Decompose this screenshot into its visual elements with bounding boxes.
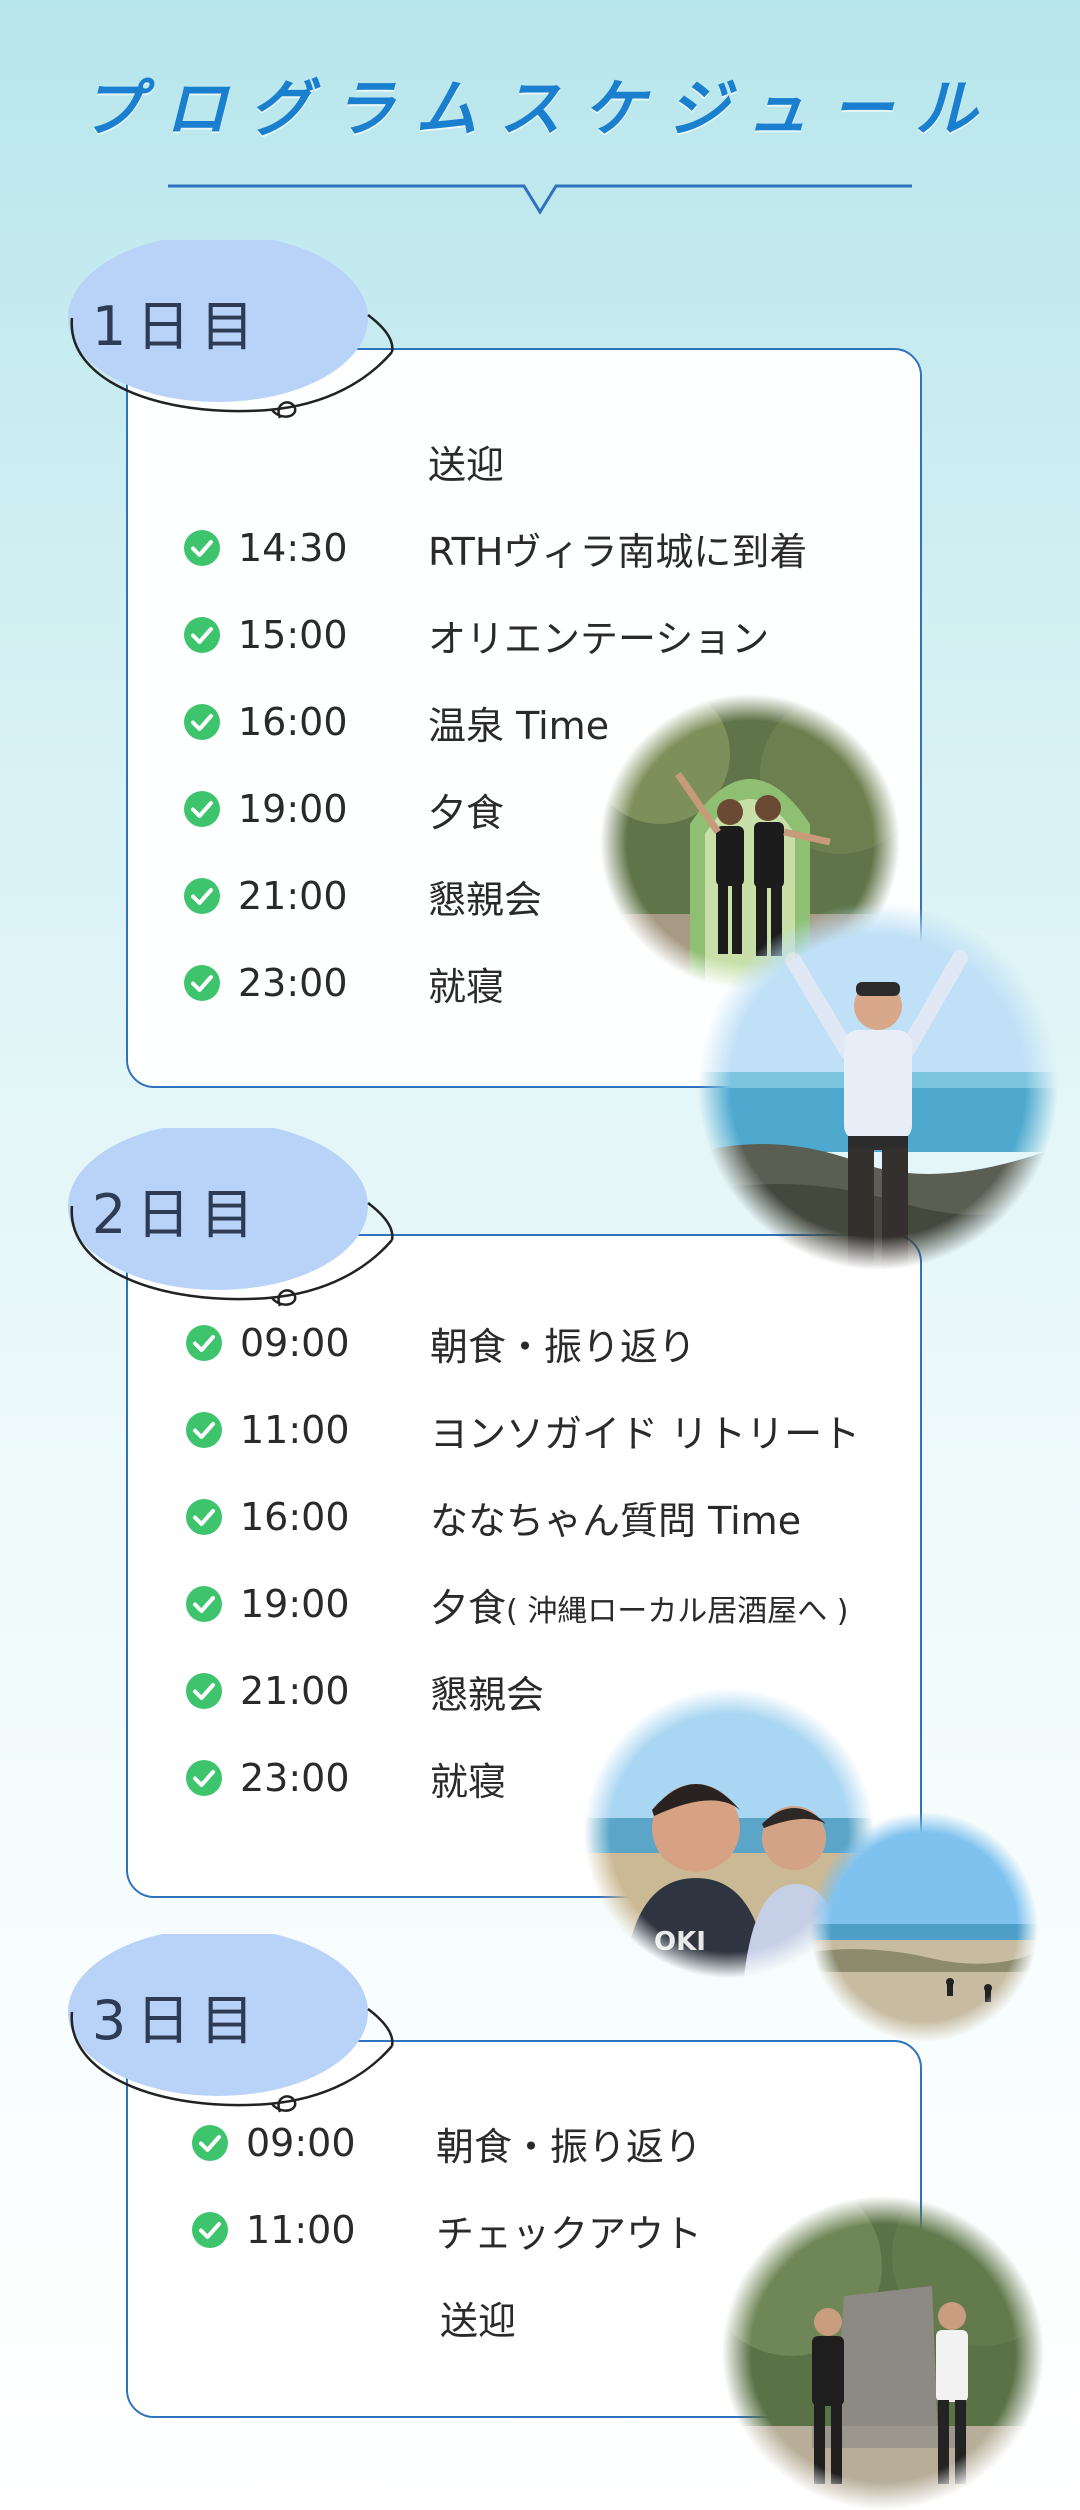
schedule-item: 19:00 夕食( 沖縄ローカル居酒屋へ ) — [186, 1569, 849, 1639]
page-title: プログラムスケジュール — [81, 72, 999, 145]
svg-text:OKI: OKI — [654, 1927, 706, 1957]
schedule-item: 15:00 オリエンテーション — [184, 600, 769, 670]
schedule-item: 11:00 ヨンソガイド リトリート — [186, 1395, 860, 1465]
schedule-activity: 夕食 — [428, 790, 505, 835]
schedule-activity: オリエンテーション — [428, 616, 770, 661]
schedule-activity: RTHヴィラ南城に到着 — [428, 529, 808, 574]
schedule-time: 23:00 — [240, 1756, 350, 1800]
schedule-activity: 送迎 — [428, 442, 505, 487]
schedule-item: 14:30 RTHヴィラ南城に到着 — [184, 513, 807, 583]
schedule-activity: ヨンソガイド リトリート — [430, 1411, 861, 1456]
schedule-time: 23:00 — [238, 961, 348, 1005]
check-circle-icon — [186, 1325, 222, 1361]
schedule-time: 11:00 — [246, 2208, 356, 2252]
schedule-time: 16:00 — [240, 1495, 350, 1539]
schedule-item: 19:00 夕食 — [184, 774, 504, 844]
schedule-item: 09:00 朝食・振り返り — [186, 1308, 696, 1378]
schedule-time: 15:00 — [238, 613, 348, 657]
check-circle-icon — [186, 1586, 222, 1622]
schedule-item: 送迎 — [428, 426, 504, 496]
schedule-item: 16:00 温泉 Time — [184, 687, 609, 757]
schedule-note: ( 沖縄ローカル居酒屋へ ) — [506, 1593, 849, 1629]
check-circle-icon — [192, 2212, 228, 2248]
schedule-activity: 朝食・振り返り — [436, 2124, 703, 2169]
schedule-item: 16:00 ななちゃん質問 Time — [186, 1482, 801, 1552]
schedule-activity: 懇親会 — [428, 877, 543, 922]
schedule-activity: 温泉 Time — [428, 703, 610, 748]
schedule-item: 21:00 懇親会 — [186, 1656, 544, 1726]
check-circle-icon — [184, 791, 220, 827]
check-circle-icon — [184, 878, 220, 914]
check-circle-icon — [186, 1412, 222, 1448]
check-circle-icon — [192, 2125, 228, 2161]
check-circle-icon — [184, 617, 220, 653]
schedule-time: 21:00 — [238, 874, 348, 918]
schedule-item: 21:00 懇親会 — [184, 861, 542, 931]
schedule-activity: チェックアウト — [436, 2211, 703, 2256]
day-3-label: 3日目 — [91, 1989, 265, 2052]
day-1-badge: 1日目 — [68, 240, 394, 419]
schedule-activity: 朝食・振り返り — [430, 1324, 697, 1369]
check-circle-icon — [184, 530, 220, 566]
schedule-activity: ななちゃん質問 Time — [430, 1498, 802, 1543]
day-2-label: 2日目 — [91, 1183, 265, 1246]
photo-two-men-stone-monument — [722, 2196, 1044, 2510]
day-1-label: 1日目 — [91, 295, 265, 358]
schedule-activity: 夕食( 沖縄ローカル居酒屋へ ) — [430, 1577, 849, 1632]
schedule-time: 09:00 — [246, 2121, 356, 2165]
check-circle-icon — [186, 1499, 222, 1535]
photo-beach-shore — [810, 1812, 1038, 2042]
check-circle-icon — [186, 1760, 222, 1796]
schedule-item: 11:00 チェックアウト — [192, 2195, 702, 2265]
schedule-time: 11:00 — [240, 1408, 350, 1452]
day-3-badge: 3日目 — [68, 1934, 394, 2113]
check-circle-icon — [184, 965, 220, 1001]
schedule-time: 16:00 — [238, 700, 348, 744]
schedule-item: 23:00 就寝 — [184, 948, 504, 1018]
schedule-activity: 就寝 — [430, 1759, 507, 1804]
schedule-activity-text: 夕食 — [430, 1585, 507, 1630]
schedule-time: 21:00 — [240, 1669, 350, 1713]
schedule-item: 23:00 就寝 — [186, 1743, 506, 1813]
day-2-badge: 2日目 — [68, 1128, 394, 1307]
check-circle-icon — [186, 1673, 222, 1709]
schedule-activity: 送迎 — [440, 2298, 517, 2343]
title-divider — [168, 184, 912, 215]
check-circle-icon — [184, 704, 220, 740]
schedule-activity: 懇親会 — [430, 1672, 545, 1717]
schedule-activity: 就寝 — [428, 964, 505, 1009]
schedule-time: 19:00 — [240, 1582, 350, 1626]
schedule-time: 19:00 — [238, 787, 348, 831]
photo-man-arms-raised-sea — [698, 902, 1058, 1270]
schedule-time: 14:30 — [238, 526, 348, 570]
schedule-item: 送迎 — [440, 2282, 516, 2352]
schedule-time: 09:00 — [240, 1321, 350, 1365]
